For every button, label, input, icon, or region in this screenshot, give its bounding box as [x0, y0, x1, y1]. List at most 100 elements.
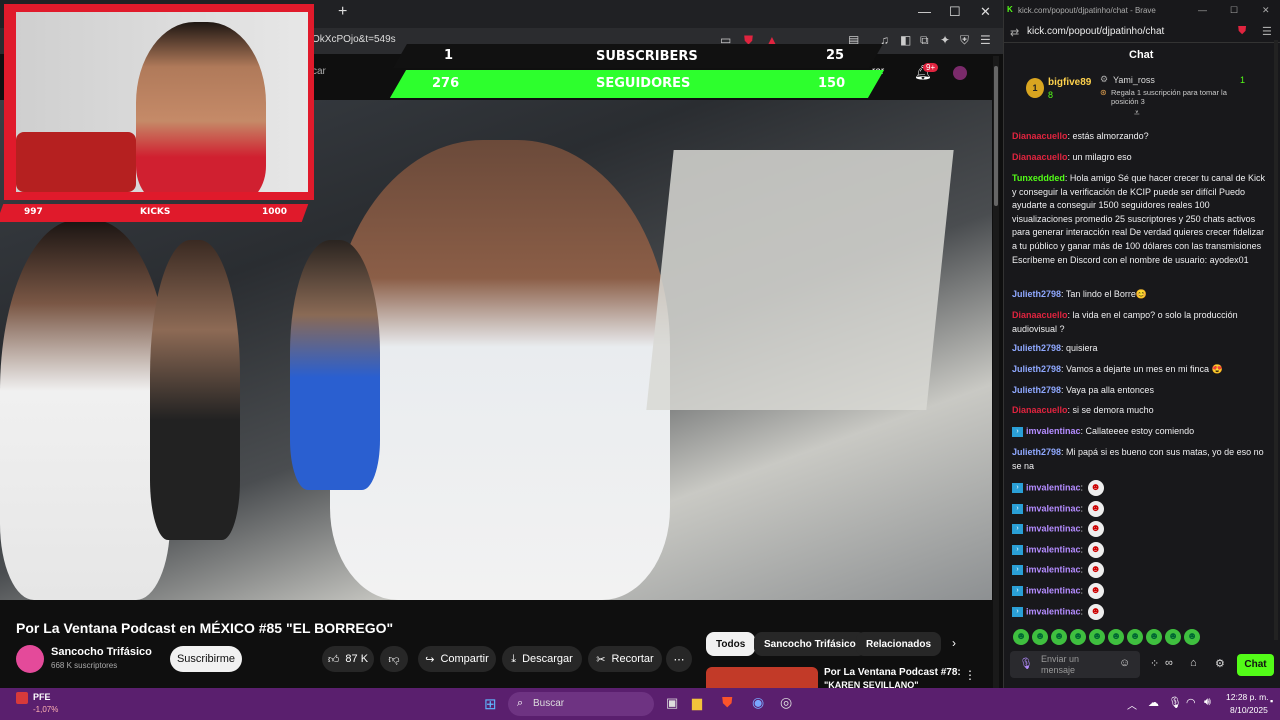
chat-message: › imvalentinac: ☻: [1012, 583, 1268, 599]
file-explorer-icon[interactable]: ▆: [692, 695, 702, 711]
chat-username[interactable]: imvalentinac: [1026, 482, 1081, 492]
minimize-button[interactable]: —: [918, 4, 931, 19]
emote-shortcut-icon[interactable]: ☻: [1108, 628, 1124, 645]
chat-message: Julieth2798: quisiera: [1012, 342, 1268, 356]
subscribe-button[interactable]: Suscribirme: [170, 646, 242, 672]
chat-username[interactable]: Dianaacuello: [1012, 405, 1068, 415]
chat-input-placeholder[interactable]: Enviar un mensaje: [1041, 654, 1111, 675]
settings-gear-icon[interactable]: ⚙: [1215, 657, 1225, 670]
chat-username[interactable]: Dianaacuello: [1012, 152, 1068, 162]
expand-icon[interactable]: ⩡: [1134, 108, 1140, 119]
chip-channel[interactable]: Sancocho Trifásico: [754, 632, 866, 656]
cloud-icon[interactable]: ☁: [1148, 696, 1159, 709]
volume-icon[interactable]: 🔊︎: [1204, 696, 1211, 709]
taskbar-search[interactable]: [508, 692, 654, 716]
channel-avatar[interactable]: [16, 645, 44, 673]
microphone-icon[interactable]: 🎙︎: [1019, 657, 1033, 670]
leader-name[interactable]: bigfive89: [1048, 77, 1091, 88]
clock-time[interactable]: 12:28 p. m.: [1226, 692, 1269, 702]
page-info-icon[interactable]: ⇄: [1010, 26, 1019, 39]
chat-username[interactable]: imvalentinac: [1026, 564, 1081, 574]
taskbar-search-placeholder[interactable]: Buscar: [533, 698, 564, 709]
new-tab-button[interactable]: +: [338, 3, 347, 21]
emote-shortcut-icon[interactable]: ☻: [1127, 628, 1143, 645]
emote-shortcut-icon[interactable]: ☻: [1089, 628, 1105, 645]
stock-label[interactable]: PFE: [33, 692, 51, 702]
scissors-icon: ✂: [596, 653, 606, 666]
chat-username[interactable]: Dianaacuello: [1012, 131, 1068, 141]
maximize-button[interactable]: ☐: [949, 4, 961, 20]
recommended-title[interactable]: Por La Ventana Podcast #78:: [824, 667, 961, 678]
scrollbar-thumb[interactable]: [994, 66, 998, 206]
chat-username[interactable]: imvalentinac: [1026, 606, 1081, 616]
chat-username[interactable]: Julieth2798: [1012, 447, 1061, 457]
emote-shortcut-icon[interactable]: ☻: [1165, 628, 1181, 645]
emote-shortcut-icon[interactable]: ☻: [1013, 628, 1029, 645]
tray-overflow-icon[interactable]: ︿: [1127, 697, 1137, 712]
share-button[interactable]: ↪ Compartir: [418, 646, 496, 672]
emote-shortcut-icon[interactable]: ☻: [1146, 628, 1162, 645]
channel-name[interactable]: Sancocho Trifásico: [51, 646, 152, 658]
recommended-menu-icon[interactable]: ⋮: [964, 668, 976, 682]
stock-widget-icon[interactable]: [16, 692, 28, 704]
chat-username[interactable]: imvalentinac: [1026, 523, 1081, 533]
chat-maximize-button[interactable]: ☐: [1230, 5, 1238, 16]
brave-taskbar-icon[interactable]: ⛊: [722, 694, 733, 711]
leo-icon[interactable]: ✦: [940, 33, 950, 47]
chat-username[interactable]: imvalentinac: [1026, 426, 1081, 436]
search-placeholder-fragment[interactable]: car: [312, 66, 326, 77]
emote-shortcut-icon[interactable]: ☻: [1051, 628, 1067, 645]
chat-username[interactable]: Tunxeddded: [1012, 173, 1065, 183]
emote-shortcut-icon[interactable]: ☻: [1184, 628, 1200, 645]
reactions-icon[interactable]: ⁘: [1150, 657, 1159, 670]
chat-username[interactable]: imvalentinac: [1026, 585, 1081, 595]
chip-related[interactable]: Relacionados: [856, 632, 942, 656]
notification-center-icon[interactable]: ▪: [1270, 696, 1273, 706]
chat-username[interactable]: Julieth2798: [1012, 364, 1061, 374]
close-button[interactable]: ✕: [980, 4, 991, 20]
chat-close-button[interactable]: ✕: [1262, 5, 1270, 16]
emote-shortcut-icon[interactable]: ☻: [1070, 628, 1086, 645]
windows-start-icon[interactable]: ⊞: [484, 695, 497, 713]
chat-brave-shield-icon[interactable]: ⛊: [1238, 25, 1246, 38]
download-button[interactable]: ⤓ Descargar: [502, 646, 582, 672]
app-taskbar-icon[interactable]: ◉: [752, 694, 764, 711]
obs-taskbar-icon[interactable]: ◎: [780, 694, 792, 711]
chat-username[interactable]: Julieth2798: [1012, 289, 1061, 299]
extensions-icon[interactable]: ⧉: [920, 33, 929, 48]
chat-menu-icon[interactable]: ☰: [1262, 25, 1272, 38]
emoji-icon[interactable]: ☺: [1119, 657, 1130, 669]
chat-username[interactable]: Dianaacuello: [1012, 310, 1068, 320]
sidebar-icon[interactable]: ◧: [900, 33, 911, 47]
chat-username[interactable]: Julieth2798: [1012, 385, 1061, 395]
url-text[interactable]: OkXcPOjo&t=549s: [312, 34, 396, 45]
chat-username[interactable]: Julieth2798: [1012, 343, 1061, 353]
emote-shortcut-icon[interactable]: ☻: [1032, 628, 1048, 645]
chat-username[interactable]: imvalentinac: [1026, 503, 1081, 513]
dislike-button[interactable]: 👎︎: [380, 646, 408, 672]
clip-button[interactable]: ✂ Recortar: [588, 646, 662, 672]
wifi-icon[interactable]: ◠: [1186, 696, 1196, 709]
chip-next-icon[interactable]: ›: [952, 636, 956, 650]
menu-icon[interactable]: ☰: [980, 33, 991, 47]
task-view-icon[interactable]: ▣: [666, 695, 678, 711]
store-icon[interactable]: ⌂: [1190, 657, 1197, 669]
emote-tray[interactable]: ☻ ☻ ☻ ☻ ☻ ☻ ☻ ☻ ☻ ☻: [1010, 628, 1200, 645]
chat-username[interactable]: imvalentinac: [1026, 544, 1081, 554]
account-avatar[interactable]: [953, 66, 967, 80]
more-actions-button[interactable]: ⋯: [666, 646, 692, 672]
chat-url[interactable]: kick.com/popout/djpatinho/chat: [1027, 26, 1164, 37]
chat-minimize-button[interactable]: —: [1198, 5, 1207, 15]
mic-tray-icon[interactable]: 🎙︎: [1168, 696, 1182, 709]
like-button[interactable]: 👍︎ 87 K: [322, 646, 374, 672]
chat-scrollbar[interactable]: [1274, 40, 1278, 640]
clock-date[interactable]: 8/10/2025: [1230, 705, 1268, 715]
link-icon[interactable]: ∞: [1165, 657, 1173, 669]
chat-separator: :: [1080, 606, 1086, 617]
followers-goal: 150: [818, 76, 846, 91]
send-chat-button[interactable]: Chat: [1237, 654, 1274, 676]
chip-all[interactable]: Todos: [706, 632, 756, 656]
gifter-name[interactable]: Yami_ross: [1113, 75, 1155, 85]
vpn-icon[interactable]: ⛨: [960, 33, 969, 48]
recommended-thumbnail[interactable]: [706, 667, 818, 688]
